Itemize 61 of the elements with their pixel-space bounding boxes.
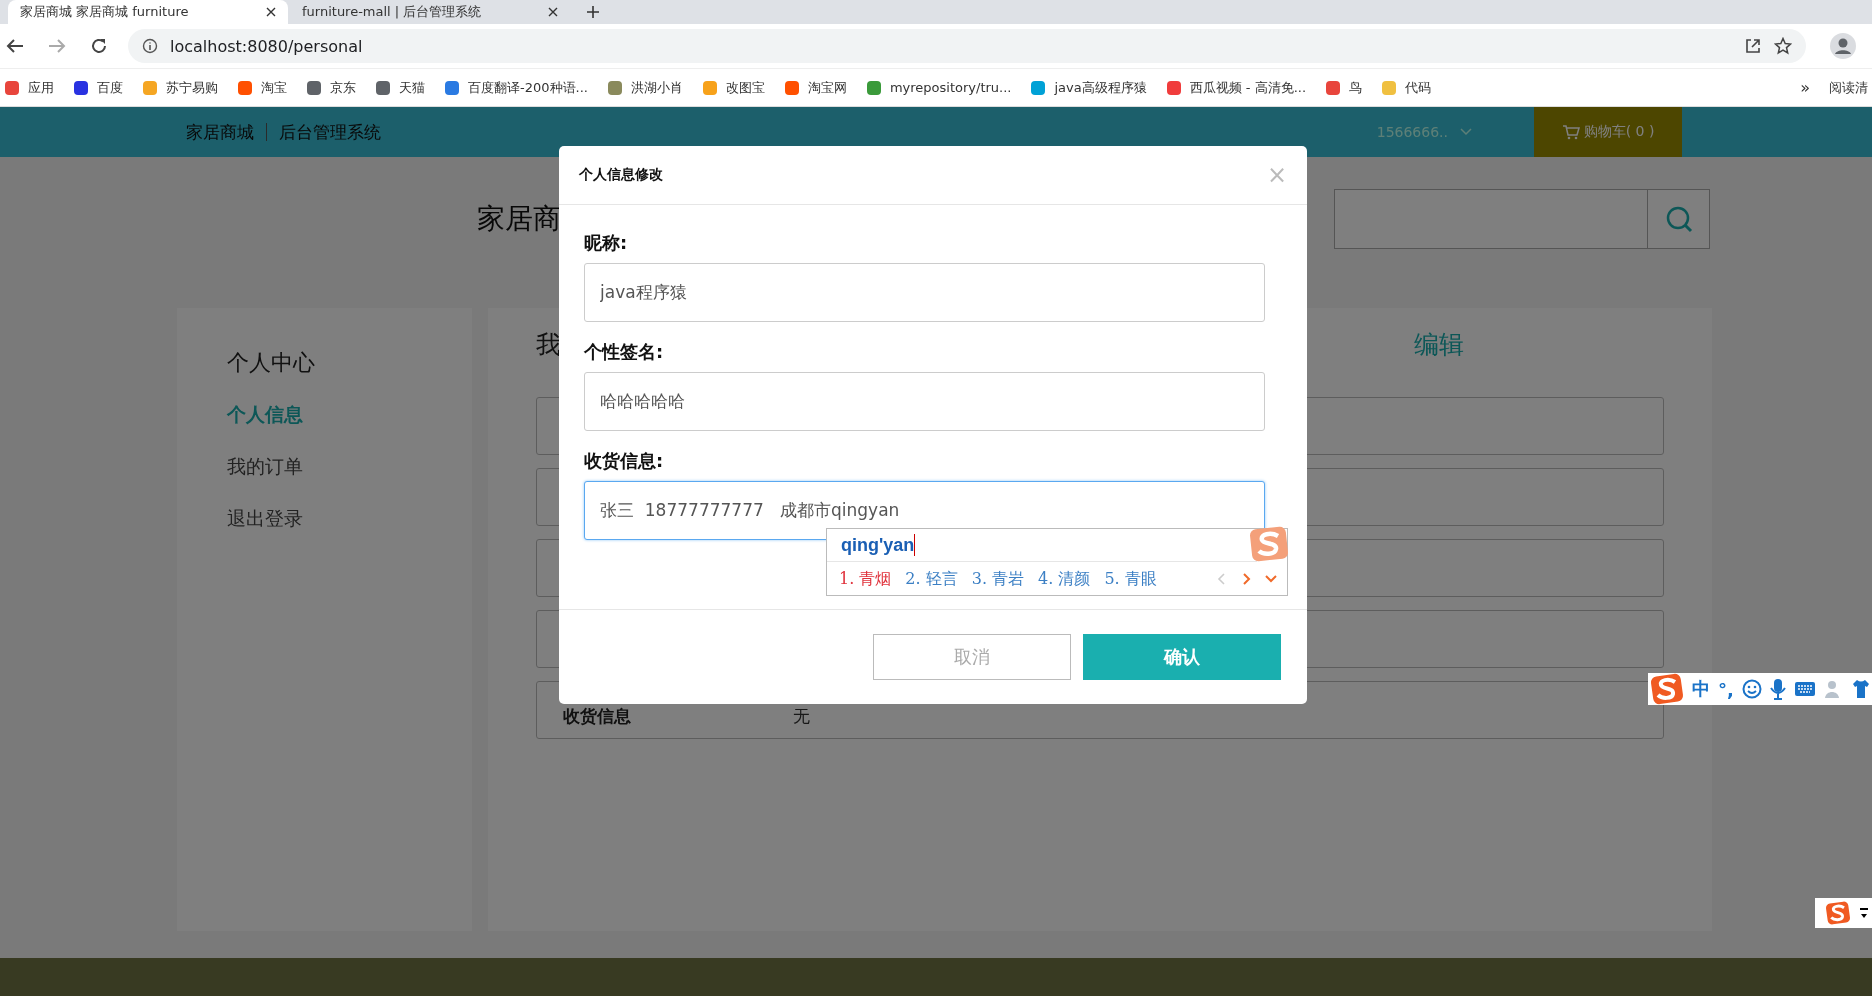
new-tab-icon[interactable] xyxy=(586,5,600,19)
info-label: 收货信息 xyxy=(563,705,632,728)
more-bookmarks-button[interactable]: » xyxy=(1800,78,1810,97)
bookmark[interactable]: myrepository/tru... xyxy=(865,79,1012,96)
ime-candidate[interactable]: 3. 青岩 xyxy=(971,568,1025,590)
next-page-icon[interactable] xyxy=(1241,573,1251,585)
microphone-icon[interactable] xyxy=(1769,678,1786,700)
bookmark[interactable]: 百度 xyxy=(73,78,123,97)
bookmark[interactable]: 洪湖小肖 xyxy=(606,78,683,97)
back-icon[interactable] xyxy=(6,38,24,54)
address-bar[interactable]: localhost:8080/personal xyxy=(128,29,1806,63)
keyboard-icon[interactable] xyxy=(1793,681,1816,697)
profile-icon[interactable] xyxy=(1830,33,1856,59)
ime-logo-icon[interactable] xyxy=(1825,901,1851,925)
info-value: 无 xyxy=(793,705,810,728)
search-field[interactable] xyxy=(1334,189,1648,249)
reload-icon[interactable] xyxy=(90,37,108,55)
expand-icon[interactable] xyxy=(1265,574,1277,584)
menu-icon[interactable] xyxy=(1859,906,1869,920)
info-icon[interactable] xyxy=(142,38,158,54)
bookmark[interactable]: 西瓜视频 - 高清免... xyxy=(1165,78,1307,97)
field-label: 昵称: xyxy=(584,231,629,255)
input-field[interactable]: 哈哈哈哈哈 xyxy=(584,372,1265,431)
input-field[interactable]: java程序猿 xyxy=(584,263,1265,322)
cart-icon xyxy=(1561,124,1580,140)
punctuation-toggle[interactable]: °, xyxy=(1718,678,1734,700)
browser-tab[interactable]: 家居商城 家居商城 furniture xyxy=(8,0,288,24)
bookmark[interactable]: 应用 xyxy=(4,78,54,97)
site-logo-text: 家居商 xyxy=(477,201,561,237)
sidebar-title: 个人中心 xyxy=(227,349,316,377)
input-mode-toggle[interactable]: 中 xyxy=(1692,677,1710,701)
bookmark[interactable]: 改图宝 xyxy=(701,78,765,97)
bookmark[interactable]: 京东 xyxy=(306,78,356,97)
bookmark[interactable]: 百度翻译-200种语... xyxy=(444,78,588,97)
bookmark[interactable]: 淘宝网 xyxy=(783,78,847,97)
sidebar-item[interactable]: 我的订单 xyxy=(227,454,472,480)
ime-candidate[interactable]: 1. 青烟 xyxy=(839,568,892,590)
shirt-icon[interactable] xyxy=(1851,679,1870,699)
panel-title: 我 xyxy=(536,329,561,361)
field-label: 个性签名: xyxy=(584,340,665,364)
sidebar-item[interactable]: 退出登录 xyxy=(227,506,472,532)
ime-candidate[interactable]: 5. 青眼 xyxy=(1104,568,1157,590)
share-icon[interactable] xyxy=(1744,37,1762,55)
search-icon xyxy=(1664,205,1693,233)
bookmark[interactable]: 天猫 xyxy=(375,78,425,97)
close-icon[interactable] xyxy=(548,7,558,17)
smiley-icon[interactable] xyxy=(1741,679,1762,699)
bookmark[interactable]: java高级程序猿 xyxy=(1030,78,1147,97)
bookmark[interactable]: 代码 xyxy=(1381,78,1432,97)
star-icon[interactable] xyxy=(1774,37,1792,55)
close-icon[interactable] xyxy=(266,7,276,17)
bookmark[interactable]: 淘宝 xyxy=(237,78,287,97)
ime-logo-icon[interactable] xyxy=(1650,673,1684,705)
browser-tab[interactable]: furniture-mall | 后台管理系统 xyxy=(290,0,570,24)
bookmark[interactable]: 鸟 xyxy=(1325,78,1363,97)
reading-list-button[interactable]: 阅读清 xyxy=(1829,78,1868,97)
bookmark[interactable]: 苏宁易购 xyxy=(142,78,218,97)
ime-candidate[interactable]: 2. 轻言 xyxy=(905,568,958,590)
field-label: 收货信息: xyxy=(584,449,665,473)
dialog-title: 个人信息修改 xyxy=(579,166,663,184)
ime-candidate[interactable]: 4. 清颜 xyxy=(1038,568,1091,590)
